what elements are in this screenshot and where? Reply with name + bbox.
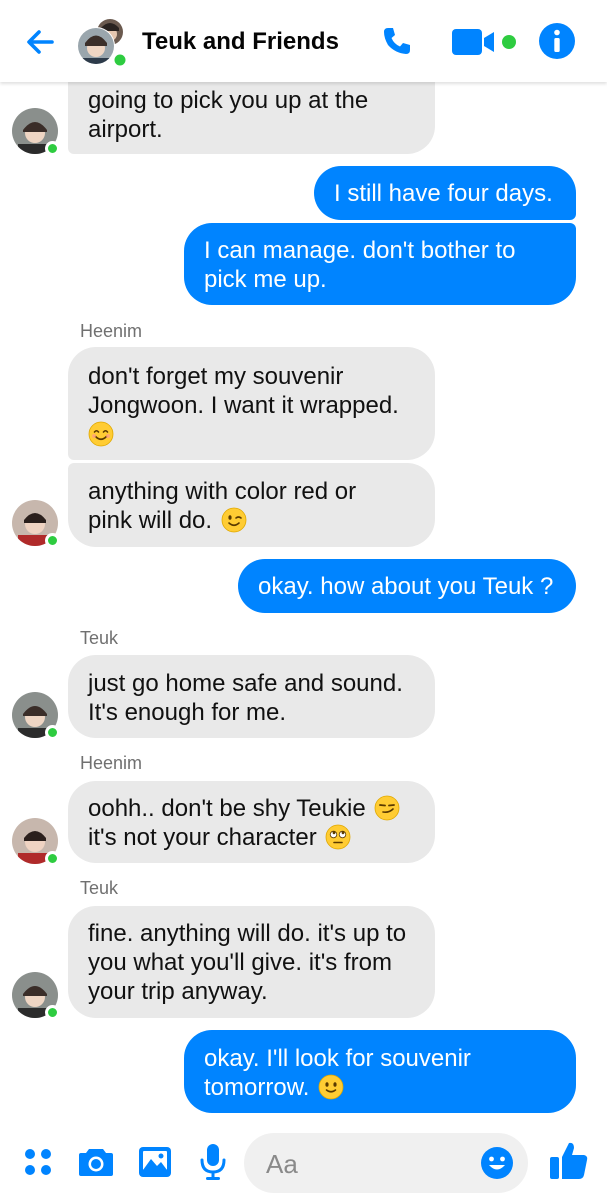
smirking-face-icon xyxy=(374,795,400,821)
message-bubble-outgoing[interactable]: I still have four days. xyxy=(314,166,576,220)
message-bubble-incoming[interactable]: just go home safe and sound. It's enough… xyxy=(68,655,435,738)
online-indicator xyxy=(45,533,60,548)
online-indicator xyxy=(45,851,60,866)
message-bubble-incoming[interactable]: oohh.. don't be shy Teukie it's not your… xyxy=(68,781,435,863)
online-indicator xyxy=(45,1005,60,1020)
message-bubble-incoming[interactable]: fine. anything will do. it's up to you w… xyxy=(68,906,435,1018)
sender-name: Heenim xyxy=(80,753,143,773)
chat-header: Teuk and Friends xyxy=(0,0,607,82)
sender-name: Teuk xyxy=(80,878,119,898)
message-bubble-incoming[interactable]: anything with color red or pink will do. xyxy=(68,463,435,547)
microphone-icon[interactable] xyxy=(200,1143,226,1181)
phone-icon[interactable] xyxy=(380,24,414,58)
message-bubble-incoming[interactable]: going to pick you up at the airport. xyxy=(68,70,435,154)
sender-name: Heenim xyxy=(80,321,143,341)
message-input-placeholder: Aa xyxy=(266,1149,298,1179)
video-camera-icon[interactable] xyxy=(452,28,496,56)
avatar[interactable] xyxy=(12,108,60,156)
avatar[interactable] xyxy=(12,818,60,866)
winking-face-icon xyxy=(221,507,247,533)
message-composer: Aa xyxy=(0,1121,607,1200)
avatar[interactable] xyxy=(12,972,60,1020)
online-indicator xyxy=(45,141,60,156)
message-bubble-incoming[interactable]: don't forget my souvenir Jongwoon. I wan… xyxy=(68,347,435,460)
thumbs-up-icon[interactable] xyxy=(548,1139,590,1181)
message-bubble-outgoing[interactable]: I can manage. don't bother to pick me up… xyxy=(184,223,576,305)
sender-name: Teuk xyxy=(80,628,119,648)
group-avatar[interactable] xyxy=(76,18,129,69)
arrow-left-icon[interactable] xyxy=(22,24,58,60)
video-active-indicator xyxy=(502,35,516,49)
menu-dots-icon[interactable] xyxy=(24,1148,52,1176)
emoji-icon[interactable] xyxy=(480,1146,514,1180)
camera-icon[interactable] xyxy=(78,1146,114,1178)
smiling-face-icon xyxy=(88,421,114,447)
slight-smile-face-icon xyxy=(318,1074,344,1100)
avatar[interactable] xyxy=(12,692,60,740)
message-input[interactable]: Aa xyxy=(244,1133,528,1193)
online-indicator xyxy=(45,725,60,740)
info-icon[interactable] xyxy=(538,22,576,60)
message-bubble-outgoing[interactable]: okay. I'll look for souvenir tomorrow. xyxy=(184,1030,576,1113)
chat-title[interactable]: Teuk and Friends xyxy=(142,28,339,56)
image-icon[interactable] xyxy=(138,1146,172,1178)
message-bubble-outgoing[interactable]: okay. how about you Teuk ? xyxy=(238,559,576,613)
avatar[interactable] xyxy=(12,500,60,548)
eye-roll-face-icon xyxy=(325,824,351,850)
